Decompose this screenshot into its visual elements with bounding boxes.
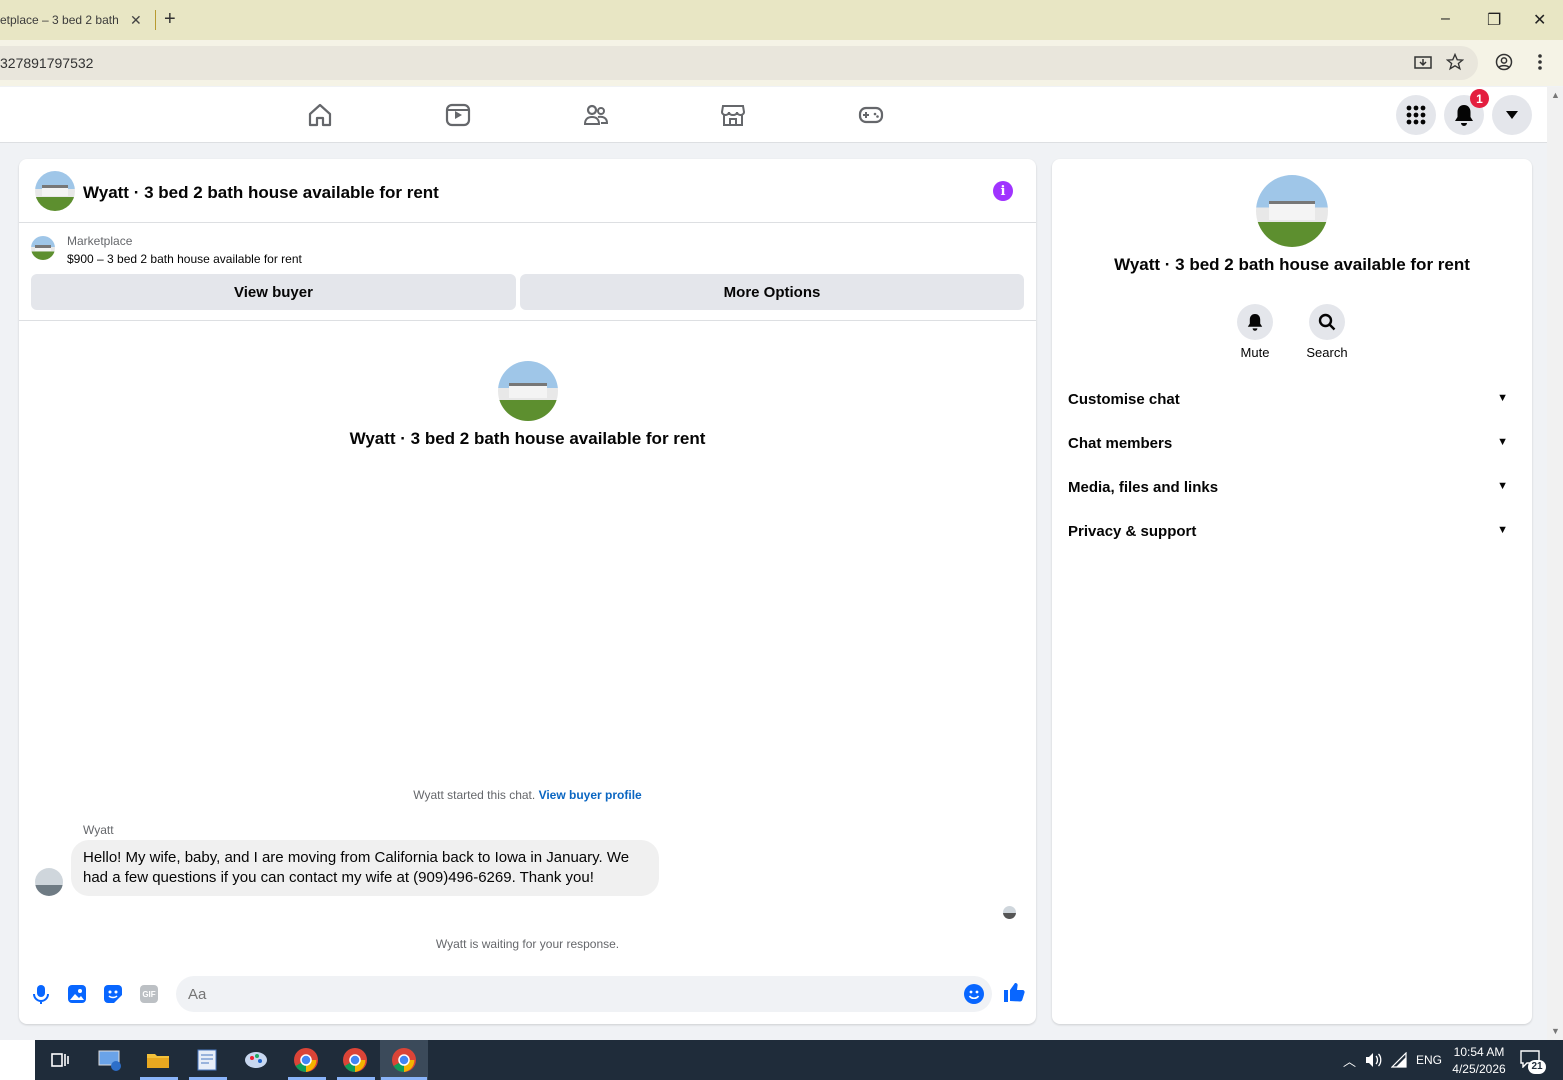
info-icon[interactable]: i xyxy=(993,181,1013,201)
minimize-icon[interactable]: – xyxy=(1441,10,1450,28)
chrome-active-icon[interactable] xyxy=(390,1046,418,1074)
message-sender: Wyatt xyxy=(83,823,114,837)
tab-close-icon[interactable]: ✕ xyxy=(130,12,142,29)
close-window-icon[interactable]: ✕ xyxy=(1533,10,1546,30)
tab-title: etplace – 3 bed 2 bath h xyxy=(0,13,118,27)
bell-icon xyxy=(1455,105,1473,126)
message-composer xyxy=(176,976,992,1012)
search-icon xyxy=(1318,313,1336,331)
grid-icon xyxy=(1406,105,1426,125)
language-indicator[interactable]: ENG xyxy=(1416,1053,1442,1067)
chat-panel: Wyatt · 3 bed 2 bath house available for… xyxy=(19,159,1036,1024)
chevron-down-icon: ▼ xyxy=(1497,480,1508,492)
section-label: Media, files and links xyxy=(1068,479,1219,496)
chevron-down-icon: ▼ xyxy=(1497,436,1508,448)
computer-app-icon[interactable] xyxy=(96,1046,124,1074)
bell-icon xyxy=(1247,314,1263,331)
message-bubble[interactable]: Hello! My wife, baby, and I are moving f… xyxy=(71,840,659,896)
paint-app-icon[interactable] xyxy=(242,1046,270,1074)
notification-badge: 1 xyxy=(1470,89,1489,108)
browser-tab[interactable]: etplace – 3 bed 2 bath h ✕ xyxy=(0,0,155,40)
chat-members-section[interactable]: Chat members ▼ xyxy=(1068,424,1516,464)
scroll-up-icon[interactable]: ▲ xyxy=(1551,90,1560,100)
wifi-icon[interactable] xyxy=(1391,1052,1407,1068)
chrome-icon[interactable] xyxy=(292,1046,320,1074)
search-label: Search xyxy=(1306,345,1348,360)
seen-avatar xyxy=(1003,906,1016,919)
chat-header: Wyatt · 3 bed 2 bath house available for… xyxy=(19,159,1036,223)
center-avatar xyxy=(498,361,558,421)
windows-taskbar xyxy=(0,1040,1563,1080)
chat-started-notice: Wyatt started this chat. View buyer prof… xyxy=(19,788,1036,802)
gaming-icon[interactable] xyxy=(858,102,884,128)
customise-chat-section[interactable]: Customise chat ▼ xyxy=(1068,380,1516,420)
marketplace-icon[interactable] xyxy=(720,102,746,128)
gif-icon[interactable]: GIF xyxy=(140,985,158,1003)
listing-thumbnail xyxy=(31,236,55,260)
clock[interactable]: 10:54 AM 4/25/2026 xyxy=(1447,1044,1511,1078)
section-label: Customise chat xyxy=(1068,391,1180,408)
sticker-icon[interactable] xyxy=(102,983,124,1005)
more-options-button[interactable]: More Options xyxy=(520,274,1024,310)
microphone-icon[interactable] xyxy=(30,983,52,1005)
mute-button[interactable] xyxy=(1237,304,1273,340)
thumbs-up-icon[interactable] xyxy=(1003,981,1025,1003)
tray-chevron-icon[interactable]: ︿ xyxy=(1343,1051,1356,1070)
taskbar-gap xyxy=(0,1040,35,1080)
document-app-icon[interactable] xyxy=(193,1046,221,1074)
view-buyer-profile-link[interactable]: View buyer profile xyxy=(539,788,642,802)
emoji-icon[interactable] xyxy=(964,984,984,1004)
notification-count-badge: 21 xyxy=(1528,1060,1546,1074)
view-buyer-button[interactable]: View buyer xyxy=(31,274,516,310)
chat-center-name: Wyatt · 3 bed 2 bath house available for… xyxy=(349,429,706,448)
waiting-notice: Wyatt is waiting for your response. xyxy=(435,937,620,951)
privacy-support-section[interactable]: Privacy & support ▼ xyxy=(1068,512,1516,552)
search-button[interactable] xyxy=(1309,304,1345,340)
browser-tab-bar xyxy=(0,0,1563,40)
chevron-down-icon: ▼ xyxy=(1497,524,1508,536)
message-input[interactable] xyxy=(188,976,948,1012)
video-icon[interactable] xyxy=(445,102,471,128)
omnibox[interactable]: 327891797532 xyxy=(0,46,1478,80)
caret-down-icon xyxy=(1506,111,1518,119)
mute-label: Mute xyxy=(1240,345,1270,360)
url-text: 327891797532 xyxy=(0,55,94,71)
restore-icon[interactable]: ❐ xyxy=(1487,10,1501,30)
time: 10:54 AM xyxy=(1453,1045,1505,1059)
install-app-icon[interactable] xyxy=(1414,54,1432,72)
file-explorer-icon[interactable] xyxy=(144,1046,172,1074)
chat-info-panel: Wyatt · 3 bed 2 bath house available for… xyxy=(1052,159,1532,1024)
scroll-down-icon[interactable]: ▼ xyxy=(1551,1026,1560,1036)
date: 4/25/2026 xyxy=(1452,1062,1506,1076)
sender-avatar[interactable] xyxy=(35,868,63,896)
profile-icon[interactable] xyxy=(1495,53,1513,71)
page-scrollbar[interactable] xyxy=(1547,87,1563,1040)
tab-divider xyxy=(155,10,156,30)
chat-title[interactable]: Wyatt · 3 bed 2 bath house available for… xyxy=(83,183,439,203)
account-button[interactable] xyxy=(1492,95,1532,135)
chrome-profile-icon[interactable] xyxy=(341,1046,369,1074)
side-avatar[interactable] xyxy=(1256,175,1328,247)
home-icon[interactable] xyxy=(307,102,333,128)
marketplace-label: Marketplace xyxy=(67,234,133,248)
friends-icon[interactable] xyxy=(583,102,609,128)
task-view-icon[interactable] xyxy=(46,1046,74,1074)
browser-menu-icon[interactable] xyxy=(1536,53,1544,71)
header-divider xyxy=(19,320,1036,321)
volume-icon[interactable] xyxy=(1365,1052,1383,1068)
bookmark-star-icon[interactable] xyxy=(1446,53,1464,71)
chevron-down-icon: ▼ xyxy=(1497,392,1508,404)
section-label: Privacy & support xyxy=(1068,523,1197,540)
started-text: Wyatt started this chat. xyxy=(413,788,536,802)
media-files-links-section[interactable]: Media, files and links ▼ xyxy=(1068,468,1516,508)
photo-icon[interactable] xyxy=(66,983,88,1005)
new-tab-icon[interactable]: + xyxy=(164,8,176,31)
side-chat-name: Wyatt · 3 bed 2 bath house available for… xyxy=(1114,255,1470,274)
chat-avatar[interactable] xyxy=(35,171,75,211)
listing-title: $900 – 3 bed 2 bath house available for … xyxy=(67,252,302,266)
menu-grid-button[interactable] xyxy=(1396,95,1436,135)
facebook-nav-bar xyxy=(0,87,1547,143)
section-label: Chat members xyxy=(1068,435,1173,452)
